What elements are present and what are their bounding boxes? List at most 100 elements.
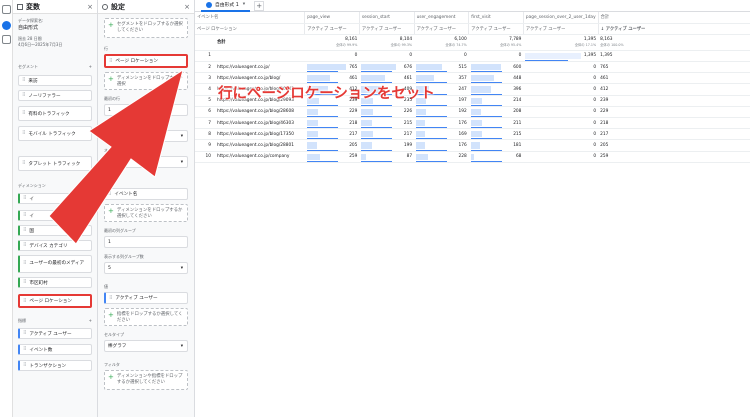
variables-header: 変数 × bbox=[13, 0, 97, 14]
total-cell: 6,100 全体の 74.7% bbox=[414, 34, 469, 51]
rows-shown-label: 表示する行数 bbox=[104, 122, 128, 127]
file-icon[interactable] bbox=[2, 5, 11, 14]
settings-icon[interactable] bbox=[2, 35, 11, 44]
metric-cell: 199 bbox=[359, 139, 415, 152]
segments-title: セグメント bbox=[18, 64, 38, 69]
table-row[interactable]: 6 https://valueagent.co.jp/blog/28608 229 2… bbox=[195, 106, 750, 119]
total-cell: 7,789 全体の 95.4% bbox=[468, 34, 524, 51]
cell-value: 409 bbox=[403, 87, 413, 93]
nested-rows-label: ネストされた行 bbox=[104, 148, 132, 153]
row-drop-zone[interactable]: + ディメンションをドロップするか選択 bbox=[104, 72, 188, 90]
dimension-chip[interactable]: ⠿ デバイス カテゴリ bbox=[18, 240, 92, 251]
cols-shown-select[interactable]: 5 ▾ bbox=[104, 262, 188, 274]
bar-underline bbox=[361, 160, 393, 162]
metric-cell: 765 bbox=[598, 61, 750, 74]
value-bar bbox=[470, 108, 482, 115]
tab-freeform-1[interactable]: 自由形式 1 ▾ bbox=[201, 0, 251, 12]
metric-cell: 448 bbox=[468, 72, 524, 85]
filter-drop-zone[interactable]: + ディメンションや指標をドロップするか選択してください bbox=[104, 370, 188, 390]
values-label: 値 bbox=[104, 284, 108, 289]
add-metric-icon[interactable]: + bbox=[89, 318, 92, 324]
value-bar bbox=[525, 52, 582, 60]
close-icon[interactable]: × bbox=[87, 3, 93, 11]
metric-chip[interactable]: ⠿ アクティブ ユーザー bbox=[18, 328, 92, 339]
row-dimension-cell: 8 https://valueagent.co.jp/blog/17350 bbox=[195, 128, 305, 141]
column-drop-zone[interactable]: + ディメンションをドロップするか選択してください bbox=[104, 204, 188, 222]
metric-cell: 600 bbox=[468, 61, 524, 74]
drag-handle-icon: ⠿ bbox=[22, 161, 26, 166]
metric-chip[interactable]: ⠿ イベント数 bbox=[18, 344, 92, 355]
cell-value: 68 bbox=[515, 154, 522, 160]
cell-type-select[interactable]: 棒グラフ ▾ bbox=[104, 340, 188, 352]
table-row[interactable]: 10 https://valueagent.co.jp/company 259 87 2… bbox=[195, 151, 750, 163]
explore-icon[interactable] bbox=[2, 21, 11, 30]
close-icon[interactable]: × bbox=[184, 3, 190, 11]
row-number: 3 bbox=[208, 75, 211, 81]
value-bar bbox=[361, 108, 373, 115]
start-row-input[interactable]: 1 bbox=[104, 104, 188, 116]
metric-cell: 1,395 bbox=[523, 50, 599, 63]
nested-rows-select[interactable]: No ▾ bbox=[104, 156, 188, 168]
page-location-value: https://valueagent.co.jp/ bbox=[217, 64, 270, 70]
column-header-row: イベント名 page_view session_start user_engag… bbox=[195, 12, 750, 24]
dimension-chip[interactable]: ⠿ 国 bbox=[18, 225, 92, 236]
column-header[interactable]: page_session_over_2_user_1day bbox=[522, 12, 599, 24]
metric-cell: 0 bbox=[304, 50, 360, 63]
drag-handle-icon: ⠿ bbox=[23, 213, 27, 218]
dimension-chip[interactable]: ⠿ イ bbox=[18, 193, 92, 204]
start-col-input[interactable]: 1 bbox=[104, 236, 188, 248]
add-dimension-icon[interactable]: + bbox=[89, 183, 92, 189]
page-location-value: https://valueagent.co.jp/blog/28801 bbox=[217, 142, 294, 148]
value-chip[interactable]: ⠿ アクティブ ユーザー bbox=[104, 292, 188, 304]
segment-chip[interactable]: ⠿ 来訪 bbox=[18, 75, 92, 86]
value-bar bbox=[470, 142, 480, 149]
cell-value: 0 bbox=[464, 53, 467, 59]
settings-panel: 設定 × + セグメントをドロップするか選択してください 行 ⠿ ページ ロケーショ… bbox=[98, 0, 195, 417]
add-tab-button[interactable]: + bbox=[254, 0, 265, 11]
table-row[interactable]: 9 https://valueagent.co.jp/blog/28801 205 1… bbox=[195, 139, 750, 152]
variables-title: 変数 bbox=[26, 2, 40, 11]
segment-chip[interactable]: ⠿ モバイル トラフィック bbox=[18, 126, 92, 141]
segment-drop-zone[interactable]: + セグメントをドロップするか選択してください bbox=[104, 18, 188, 38]
segment-chip[interactable]: ⠿ タブレット トラフィック bbox=[18, 156, 92, 171]
cell-value: 0 bbox=[593, 98, 597, 104]
cell-value: 412 bbox=[349, 87, 358, 93]
value-bar bbox=[361, 142, 372, 149]
segment-chip[interactable]: ⠿ 有料のトラフィック bbox=[18, 106, 92, 121]
segment-chip[interactable]: ⠿ ノーリファラー bbox=[18, 90, 92, 101]
exploration-name[interactable]: 自由形式 bbox=[13, 24, 97, 31]
cell-value: 0 bbox=[409, 53, 413, 59]
cell-value: 217 bbox=[403, 131, 413, 137]
table-row[interactable]: 7 https://valueagent.co.jp/blog/46303 218 2… bbox=[195, 117, 750, 130]
value-bar bbox=[306, 131, 318, 138]
table-row[interactable]: 8 https://valueagent.co.jp/blog/17350 217 2… bbox=[195, 128, 750, 141]
add-segment-icon[interactable]: + bbox=[89, 64, 92, 70]
cell-value: 515 bbox=[458, 64, 467, 70]
row-chip-page-location[interactable]: ⠿ ページ ロケーション bbox=[104, 54, 188, 68]
cell-value: 169 bbox=[458, 131, 467, 137]
metric-cell: 0 bbox=[523, 117, 599, 130]
daterange-value[interactable]: 4月6日～2025年7月3日 bbox=[13, 42, 97, 48]
metric-cell: 0 bbox=[523, 128, 599, 141]
column-header[interactable]: first_visit bbox=[468, 12, 524, 24]
metric-chip[interactable]: ⠿ トランザクション bbox=[18, 360, 92, 371]
column-header[interactable]: session_start bbox=[358, 12, 415, 24]
metric-cell: 169 bbox=[414, 128, 469, 141]
column-chip-event-name[interactable]: ⠿ イベント名 bbox=[104, 188, 188, 200]
table-row[interactable]: 1 0 0 0 0 1,395 1,395 bbox=[195, 50, 750, 63]
cell-value: 218 bbox=[349, 120, 358, 126]
metric-drop-zone[interactable]: + 指標をドロップするか選択してください bbox=[104, 308, 188, 326]
table-row[interactable]: 2 https://valueagent.co.jp/765 676 515 600 0 7… bbox=[195, 61, 750, 74]
metric-cell: 217 bbox=[359, 128, 415, 141]
metric-cell: 214 bbox=[468, 95, 524, 107]
dimension-chip[interactable]: ⠿ ユーザーの最初のメディア bbox=[18, 255, 92, 273]
column-header[interactable]: 合計 bbox=[597, 12, 750, 24]
column-header[interactable]: page_view bbox=[304, 12, 360, 24]
dimension-chip[interactable]: ⠿ 市区町村 bbox=[18, 277, 92, 288]
column-header[interactable]: user_engagement bbox=[413, 12, 469, 24]
rows-shown-select[interactable]: 10 ▾ bbox=[104, 130, 188, 142]
annotation-callout: 行にページロケーションをセット bbox=[218, 86, 435, 102]
dimension-chip-page-location[interactable]: ⠿ ページ ロケーション bbox=[18, 294, 92, 308]
drag-handle-icon: ⠿ bbox=[108, 191, 112, 197]
dimension-chip[interactable]: ⠿ イ bbox=[18, 210, 92, 221]
